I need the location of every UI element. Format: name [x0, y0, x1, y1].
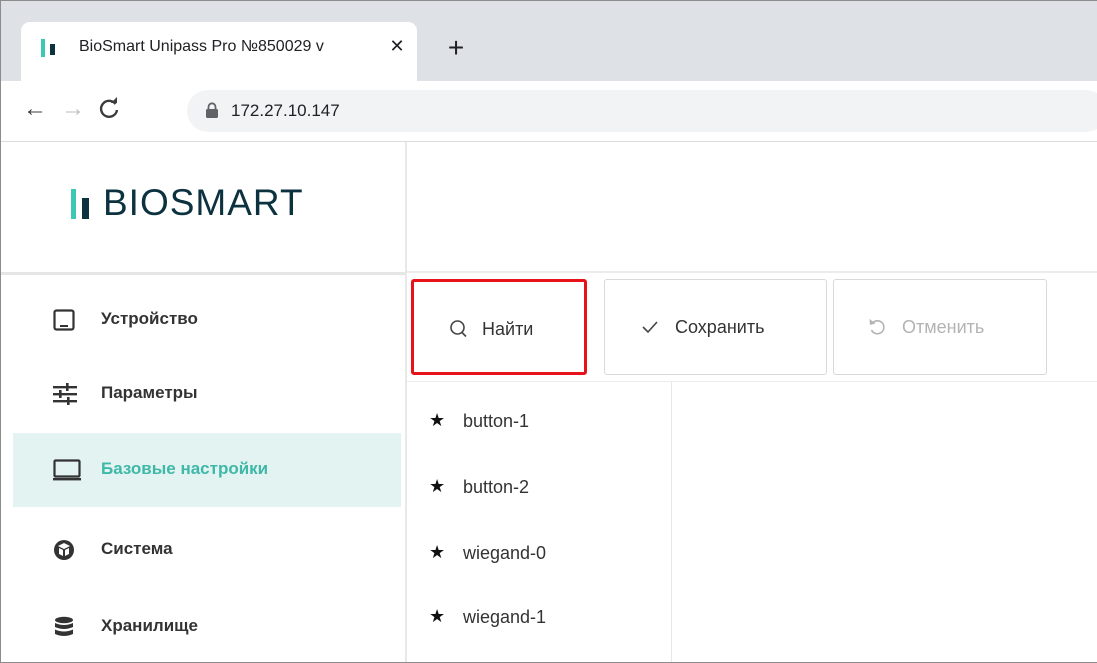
- close-tab-icon[interactable]: ✕: [385, 34, 409, 58]
- list-item-label: button-1: [463, 411, 530, 431]
- sidebar-item-storage[interactable]: Хранилище: [13, 590, 401, 662]
- list-item[interactable]: ★ wiegand-1: [407, 606, 671, 662]
- logo-mark-icon: [71, 189, 95, 219]
- forward-arrow-icon[interactable]: →: [59, 95, 87, 123]
- new-tab-button[interactable]: +: [441, 34, 471, 65]
- toolbar-divider: [407, 381, 1097, 382]
- url-text: 172.27.10.147: [231, 101, 340, 120]
- sidebar-item-parameters[interactable]: Параметры: [13, 357, 401, 431]
- list-item[interactable]: ★ button-2: [407, 476, 671, 537]
- sidebar-item-basic-settings[interactable]: Базовые настройки: [13, 433, 401, 507]
- cancel-button-label: Отменить: [902, 317, 985, 337]
- save-button[interactable]: Сохранить: [604, 279, 827, 375]
- sidebar-item-label: Параметры: [101, 383, 198, 402]
- undo-icon: [866, 316, 888, 338]
- checkmark-icon: [639, 316, 661, 338]
- cancel-button[interactable]: Отменить: [833, 279, 1047, 375]
- find-button-label: Найти: [482, 319, 534, 339]
- sidebar-item-label: Хранилище: [101, 616, 198, 635]
- logo-text: BIOSMART: [103, 182, 304, 223]
- star-icon: ★: [429, 476, 446, 496]
- tablet-icon: [53, 309, 75, 331]
- list-item[interactable]: ★ wiegand-0: [407, 542, 671, 603]
- sidebar-item-label: Устройство: [101, 309, 198, 328]
- tab-strip: BioSmart Unipass Pro №850029 v ✕ +: [1, 1, 1097, 81]
- browser-tab[interactable]: BioSmart Unipass Pro №850029 v ✕: [21, 22, 417, 81]
- back-arrow-icon[interactable]: ←: [21, 95, 49, 123]
- list-item-label: button-2: [463, 477, 530, 497]
- sidebar-item-label: Система: [101, 539, 173, 558]
- sidebar-item-device[interactable]: Устройство: [13, 283, 401, 357]
- browser-window: BioSmart Unipass Pro №850029 v ✕ + ← → 1…: [0, 0, 1097, 663]
- sidebar-item-label: Базовые настройки: [101, 459, 269, 478]
- monitor-icon: [53, 459, 81, 481]
- list-item-label: wiegand-1: [463, 607, 547, 627]
- address-bar[interactable]: 172.27.10.147: [187, 90, 1097, 132]
- database-icon: [53, 616, 75, 638]
- star-icon: ★: [429, 542, 446, 562]
- tab-title: BioSmart Unipass Pro №850029 v: [79, 38, 324, 55]
- sidebar-divider: [1, 272, 405, 275]
- header-divider: [407, 271, 1097, 273]
- star-icon: ★: [429, 410, 446, 430]
- reload-icon[interactable]: [95, 95, 123, 123]
- sliders-icon: [53, 383, 77, 405]
- find-button[interactable]: Найти: [411, 279, 587, 375]
- cube-icon: [53, 539, 75, 561]
- save-button-label: Сохранить: [675, 317, 765, 337]
- main-content: Найти Сохранить Отменить ★ button-1 ★ bu…: [407, 142, 1097, 662]
- sidebar-item-system[interactable]: Система: [13, 513, 401, 587]
- list-panel-divider: [671, 382, 672, 662]
- browser-toolbar: ← → 172.27.10.147: [1, 81, 1097, 142]
- lock-icon: [205, 102, 219, 118]
- search-icon: [448, 318, 470, 340]
- sidebar: BIOSMART Устройство Параметры Базовые на…: [1, 142, 407, 662]
- star-icon: ★: [429, 606, 446, 626]
- list-item[interactable]: ★ button-1: [407, 410, 671, 471]
- biosmart-favicon-icon: [41, 39, 61, 57]
- list-item-label: wiegand-0: [463, 543, 547, 563]
